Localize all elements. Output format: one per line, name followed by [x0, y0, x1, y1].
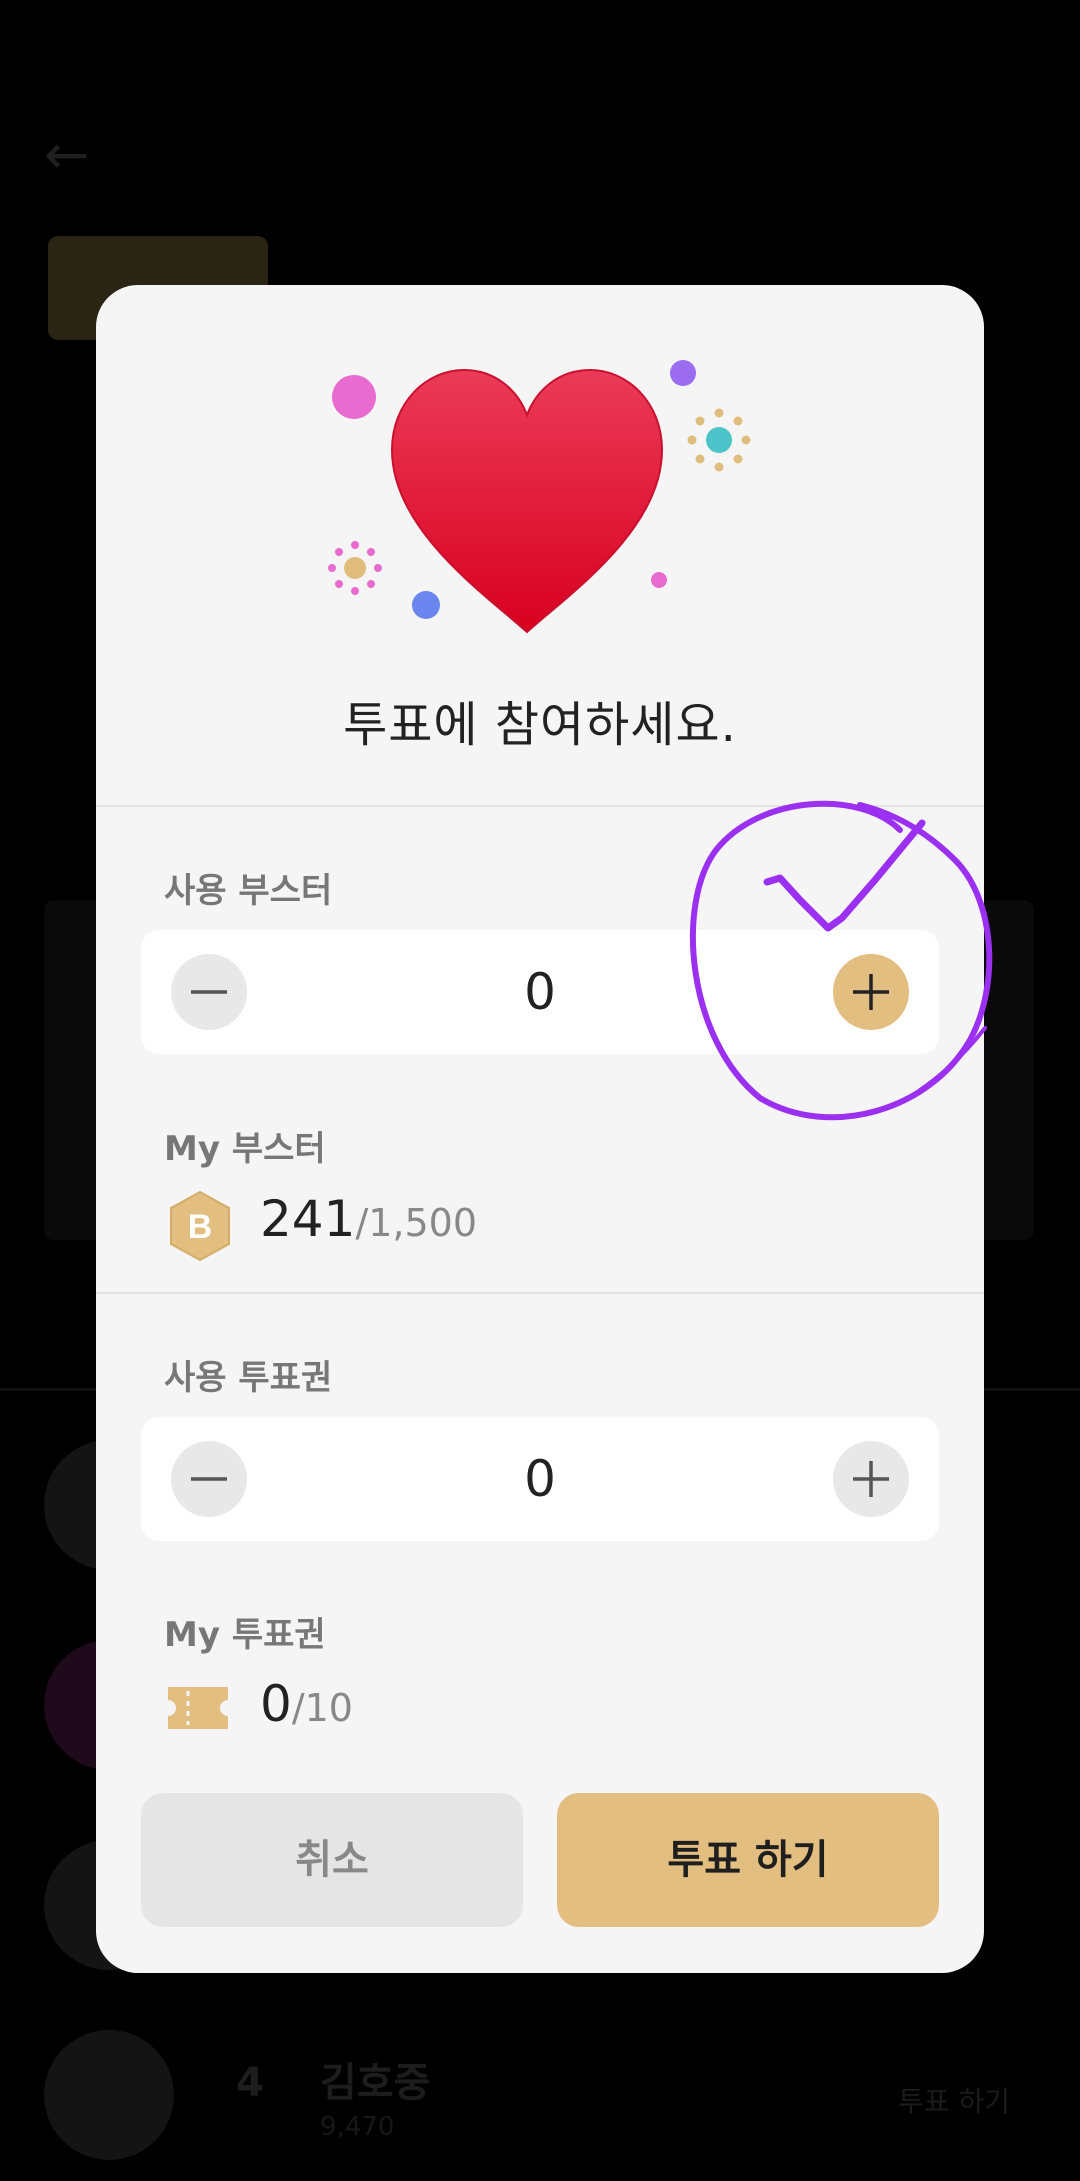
artist-name: 김호중 [320, 2060, 431, 2106]
vote-button[interactable]: 투표 하기 [557, 1793, 939, 1927]
my-booster-separator: / [355, 1201, 369, 1245]
ticket-stepper: 0 [141, 1417, 939, 1541]
minus-icon [191, 1477, 227, 1481]
my-ticket-max: 10 [304, 1686, 353, 1730]
section-divider [96, 1292, 984, 1294]
my-ticket-amount: 0/10 [260, 1675, 353, 1733]
my-booster-amount: 241/1,500 [260, 1190, 477, 1248]
booster-value: 0 [524, 963, 556, 1021]
ticket-increment-button[interactable] [833, 1441, 909, 1517]
confetti-dot [332, 375, 376, 419]
background-list-item: 4 김호중 9,470 투표 하기 [40, 2020, 1040, 2170]
booster-label: 사용 부스터 [164, 871, 333, 911]
my-ticket-separator: / [291, 1686, 305, 1730]
plus-icon [853, 1461, 889, 1497]
svg-text:B: B [188, 1208, 213, 1246]
my-booster-max: 1,500 [368, 1201, 478, 1245]
ticket-icon [168, 1687, 228, 1729]
my-ticket-label: My 투표권 [164, 1615, 326, 1655]
ticket-value: 0 [524, 1450, 556, 1508]
section-divider [96, 805, 984, 807]
screen: ← 4 김호중 9,470 투표 하기 투표에 참여하세요. 사용 부스터 0 … [0, 0, 1080, 2181]
my-ticket-current: 0 [260, 1675, 292, 1733]
minus-icon [191, 990, 227, 994]
back-arrow-icon[interactable]: ← [44, 128, 104, 182]
dialog-title: 투표에 참여하세요. [343, 697, 737, 753]
confetti-dot [651, 572, 667, 588]
ticket-decrement-button[interactable] [171, 1441, 247, 1517]
cancel-button[interactable]: 취소 [141, 1793, 523, 1927]
plus-icon [853, 974, 889, 1010]
ticket-label: 사용 투표권 [164, 1358, 333, 1398]
my-booster-label: My 부스터 [164, 1129, 326, 1169]
background-vote-button: 투표 하기 [898, 2085, 1010, 2118]
hero-illustration: 투표에 참여하세요. [96, 285, 984, 805]
sparkle-icon [328, 541, 382, 595]
avatar [44, 2030, 174, 2160]
booster-stepper: 0 [141, 930, 939, 1054]
rank-number: 4 [236, 2060, 264, 2106]
sparkle-icon [687, 408, 751, 472]
booster-coin-icon: B [170, 1190, 230, 1262]
vote-count: 9,470 [320, 2112, 395, 2142]
confetti-dot [670, 360, 696, 386]
booster-decrement-button[interactable] [171, 954, 247, 1030]
my-booster-current: 241 [260, 1190, 356, 1248]
booster-increment-button[interactable] [833, 954, 909, 1030]
confetti-dot [412, 591, 440, 619]
vote-dialog: 투표에 참여하세요. 사용 부스터 0 My 부스터 B 241/1,500 사… [96, 285, 984, 1973]
heart-icon [328, 360, 751, 634]
